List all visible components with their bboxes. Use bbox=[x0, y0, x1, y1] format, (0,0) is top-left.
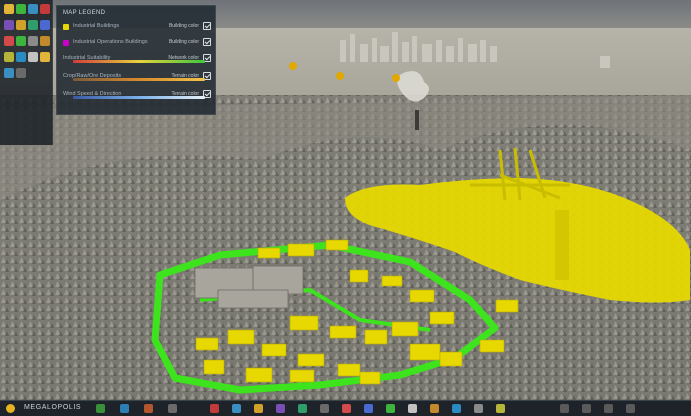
chirper-icon[interactable] bbox=[168, 404, 177, 413]
menu-icon[interactable] bbox=[626, 404, 635, 413]
progress-icon[interactable] bbox=[4, 68, 14, 78]
police-info-icon[interactable] bbox=[364, 404, 373, 413]
land-value-icon[interactable] bbox=[452, 404, 461, 413]
visibility-checkbox[interactable] bbox=[203, 38, 211, 46]
signature-icon[interactable] bbox=[4, 52, 14, 62]
speed-icon[interactable] bbox=[582, 404, 591, 413]
resources-info-icon[interactable] bbox=[496, 404, 505, 413]
industry-info-icon[interactable] bbox=[430, 404, 439, 413]
fire-info-icon[interactable] bbox=[342, 404, 351, 413]
legend-row-tag: Building color bbox=[168, 39, 199, 45]
city-name: MEGALOPOLIS bbox=[24, 404, 82, 411]
police-icon[interactable] bbox=[4, 36, 14, 46]
health-info-icon[interactable] bbox=[298, 404, 307, 413]
suitability-gradient bbox=[73, 60, 205, 63]
bottom-info-bar: MEGALOPOLIS bbox=[0, 400, 691, 416]
districts-icon[interactable] bbox=[16, 52, 26, 62]
legend-row-label: Industrial Buildings bbox=[73, 23, 120, 29]
legend-row-tag: Building color bbox=[168, 23, 199, 29]
deposits-gradient bbox=[73, 78, 205, 81]
education-icon[interactable] bbox=[28, 20, 38, 30]
city-name-badge[interactable]: MEGALOPOLIS bbox=[4, 403, 82, 414]
electricity-icon[interactable] bbox=[4, 20, 14, 30]
area-icon[interactable] bbox=[28, 4, 38, 14]
happiness-icon[interactable] bbox=[120, 404, 129, 413]
yellow-swatch-icon bbox=[63, 24, 69, 30]
alert-icon[interactable] bbox=[210, 404, 219, 413]
suitability-gradient-row bbox=[63, 55, 211, 67]
wind-gradient-row bbox=[63, 91, 211, 103]
city-icon bbox=[6, 404, 15, 413]
transport-icon[interactable] bbox=[16, 20, 26, 30]
noise-info-icon[interactable] bbox=[408, 404, 417, 413]
population-icon[interactable] bbox=[96, 404, 105, 413]
money-icon[interactable] bbox=[40, 52, 50, 62]
road-icon[interactable] bbox=[4, 4, 14, 14]
pause-icon[interactable] bbox=[560, 404, 569, 413]
electricity-info-icon[interactable] bbox=[254, 404, 263, 413]
districts-info-icon[interactable] bbox=[474, 404, 483, 413]
legend-row-label: Industrial Operations Buildings bbox=[73, 39, 148, 45]
traffic-info-icon[interactable] bbox=[320, 404, 329, 413]
deposits-gradient-row bbox=[63, 73, 211, 85]
legend-row-industrial-operations[interactable]: Industrial Operations Buildings Building… bbox=[63, 36, 211, 50]
parks-icon[interactable] bbox=[28, 36, 38, 46]
map-legend-panel: MAP LEGEND Industrial Buildings Building… bbox=[56, 5, 216, 115]
legend-row-industrial-buildings[interactable]: Industrial Buildings Building color bbox=[63, 20, 211, 34]
settings-icon[interactable] bbox=[16, 68, 26, 78]
water-icon[interactable] bbox=[40, 4, 50, 14]
parks-info-icon[interactable] bbox=[386, 404, 395, 413]
info-icon[interactable] bbox=[28, 52, 38, 62]
zoning-icon[interactable] bbox=[16, 4, 26, 14]
water-info-icon[interactable] bbox=[232, 404, 241, 413]
visibility-checkbox[interactable] bbox=[203, 22, 211, 30]
info-views-icon[interactable] bbox=[604, 404, 613, 413]
fire-icon[interactable] bbox=[16, 36, 26, 46]
landscaping-icon[interactable] bbox=[40, 36, 50, 46]
money-icon[interactable] bbox=[144, 404, 153, 413]
build-toolbar bbox=[0, 0, 53, 145]
magenta-swatch-icon bbox=[63, 40, 69, 46]
health-icon[interactable] bbox=[40, 20, 50, 30]
smokestack bbox=[415, 110, 419, 130]
mining-silo bbox=[555, 210, 569, 280]
legend-title: MAP LEGEND bbox=[63, 10, 106, 16]
education-info-icon[interactable] bbox=[276, 404, 285, 413]
wind-gradient bbox=[73, 96, 205, 99]
